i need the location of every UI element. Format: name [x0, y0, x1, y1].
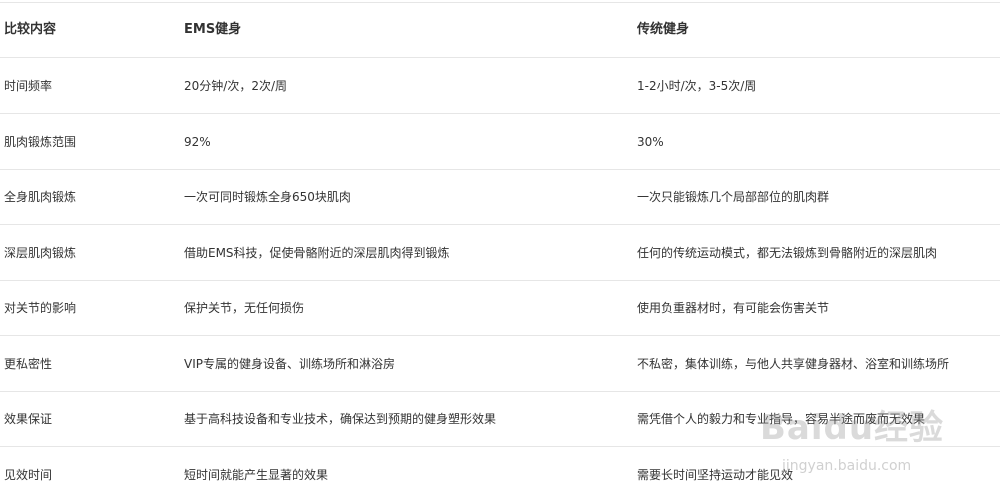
table-row: 更私密性 VIP专属的健身设备、训练场所和淋浴房 不私密，集体训练，与他人共享健… [0, 337, 1000, 392]
row-traditional-value: 不私密，集体训练，与他人共享健身器材、浴室和训练场所 [637, 357, 950, 371]
row-ems-value: 基于高科技设备和专业技术，确保达到预期的健身塑形效果 [184, 412, 497, 426]
row-traditional-value: 1-2小时/次，3-5次/周 [637, 79, 757, 93]
row-traditional-value: 需要长时间坚持运动才能见效 [637, 468, 794, 482]
row-ems-value: 92% [184, 135, 211, 149]
header-cell-traditional: 传统健身 [637, 22, 690, 37]
row-ems-value: 20分钟/次，2次/周 [184, 79, 287, 93]
row-ems-value: 短时间就能产生显著的效果 [184, 468, 329, 482]
row-label: 更私密性 [4, 357, 53, 371]
row-ems-value: 一次可同时锻炼全身650块肌肉 [184, 190, 351, 204]
row-label: 时间频率 [4, 79, 53, 93]
row-label: 对关节的影响 [4, 301, 77, 315]
row-ems-value: 借助EMS科技，促使骨骼附近的深层肌肉得到锻炼 [184, 246, 450, 260]
row-traditional-value: 使用负重器材时，有可能会伤害关节 [637, 301, 830, 315]
table-row: 肌肉锻炼范围 92% 30% [0, 115, 1000, 170]
table-header-row: 比较内容 EMS健身 传统健身 [0, 3, 1000, 58]
header-cell-ems: EMS健身 [184, 22, 242, 37]
row-ems-value: VIP专属的健身设备、训练场所和淋浴房 [184, 357, 395, 371]
table-row: 效果保证 基于高科技设备和专业技术，确保达到预期的健身塑形效果 需凭借个人的毅力… [0, 392, 1000, 447]
row-ems-value: 保护关节，无任何损伤 [184, 301, 305, 315]
table-row: 深层肌肉锻炼 借助EMS科技，促使骨骼附近的深层肌肉得到锻炼 任何的传统运动模式… [0, 226, 1000, 281]
table-row: 全身肌肉锻炼 一次可同时锻炼全身650块肌肉 一次只能锻炼几个局部部位的肌肉群 [0, 170, 1000, 225]
header-cell-compare: 比较内容 [4, 22, 57, 37]
comparison-table: 比较内容 EMS健身 传统健身 时间频率 20分钟/次，2次/周 1-2小时/次… [0, 0, 1000, 490]
table-row: 见效时间 短时间就能产生显著的效果 需要长时间坚持运动才能见效 [0, 448, 1000, 503]
row-label: 全身肌肉锻炼 [4, 190, 77, 204]
row-label: 肌肉锻炼范围 [4, 135, 77, 149]
row-label: 效果保证 [4, 412, 53, 426]
row-label: 见效时间 [4, 468, 53, 482]
table-row: 对关节的影响 保护关节，无任何损伤 使用负重器材时，有可能会伤害关节 [0, 281, 1000, 336]
table-row: 时间频率 20分钟/次，2次/周 1-2小时/次，3-5次/周 [0, 59, 1000, 114]
row-traditional-value: 一次只能锻炼几个局部部位的肌肉群 [637, 190, 830, 204]
row-traditional-value: 30% [637, 135, 664, 149]
row-label: 深层肌肉锻炼 [4, 246, 77, 260]
row-traditional-value: 任何的传统运动模式，都无法锻炼到骨骼附近的深层肌肉 [637, 246, 938, 260]
row-traditional-value: 需凭借个人的毅力和专业指导，容易半途而废而无效果 [637, 412, 926, 426]
